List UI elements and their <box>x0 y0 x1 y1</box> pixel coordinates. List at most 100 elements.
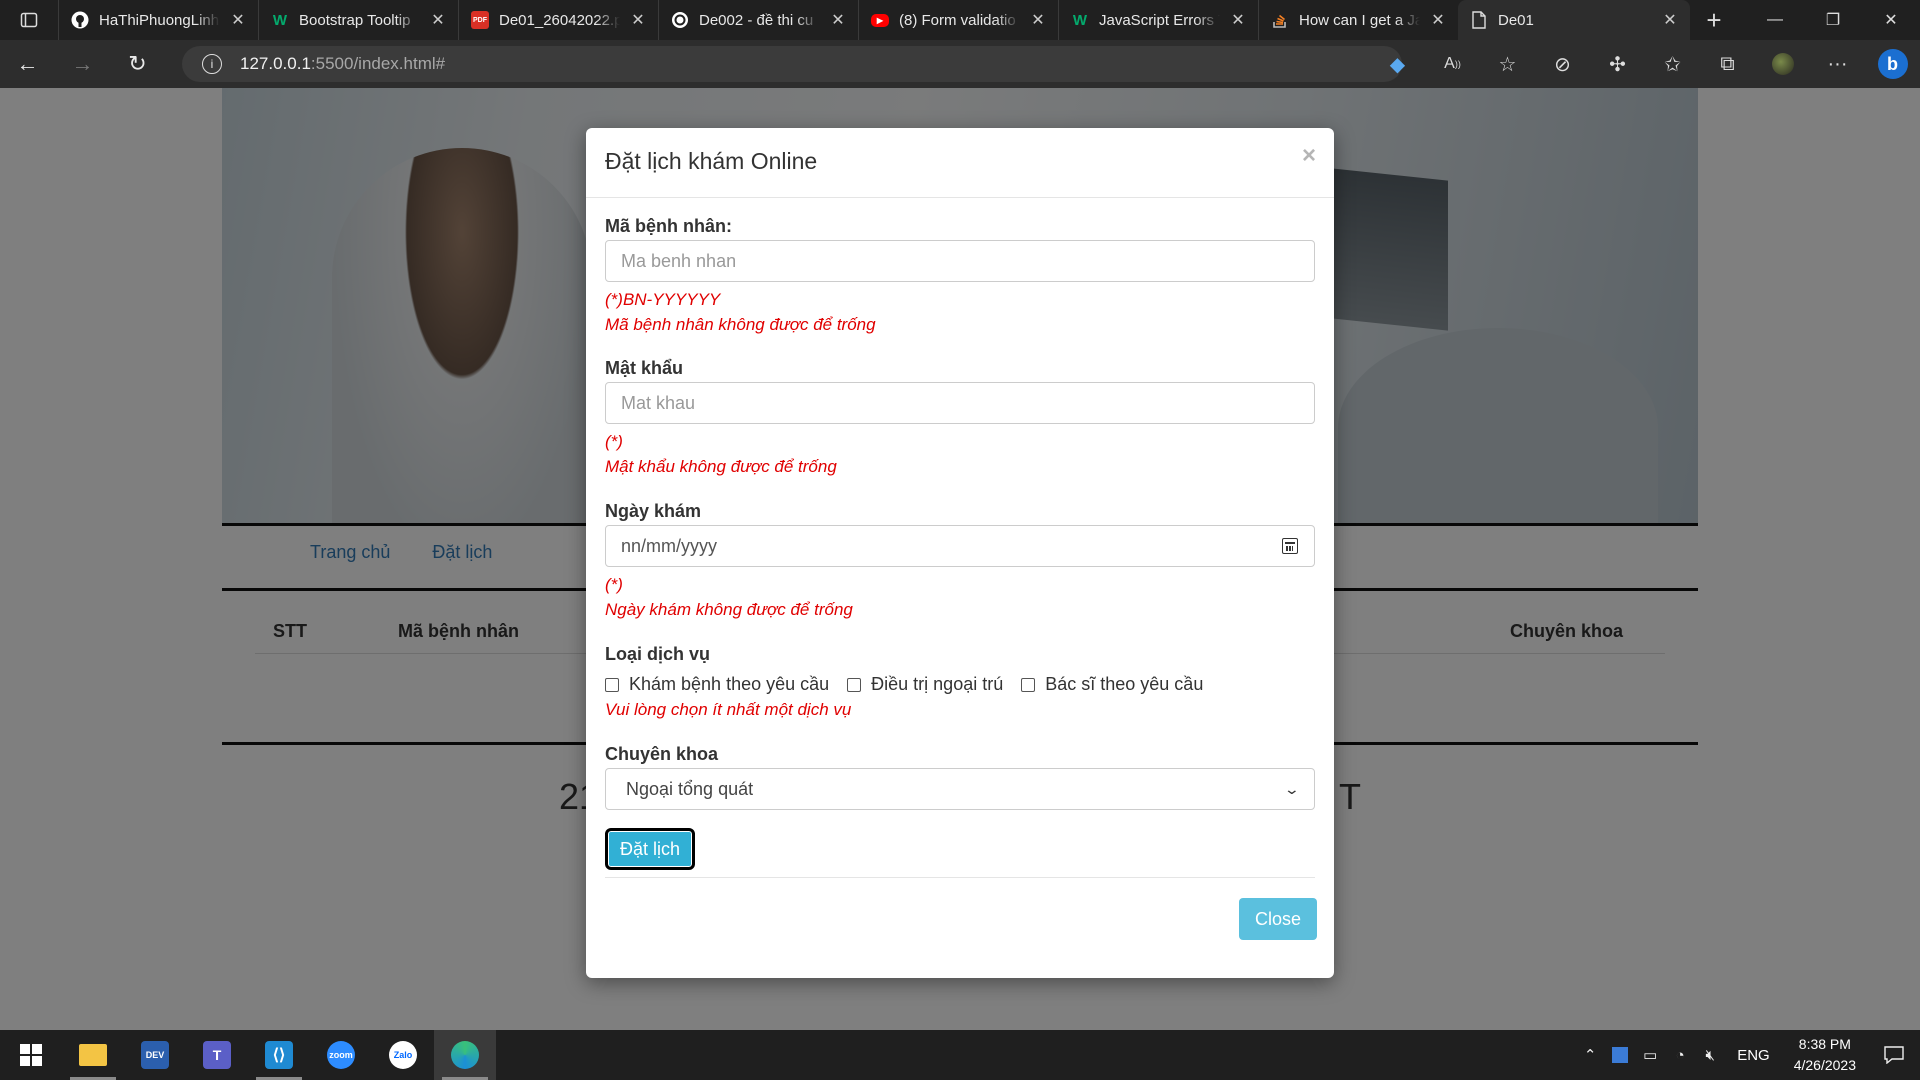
extensions-icon[interactable]: ✣ <box>1590 40 1645 88</box>
tray-app-icon[interactable] <box>1605 1030 1635 1080</box>
close-window-icon[interactable]: ✕ <box>1862 0 1920 40</box>
favorites-icon[interactable]: ✩ <box>1645 40 1700 88</box>
date-input[interactable]: nn/mm/yyyy <box>605 525 1315 567</box>
browser-tab-active[interactable]: De01 ✕ <box>1458 0 1690 40</box>
tab-title: How can I get a Ja <box>1299 11 1420 29</box>
notification-icon[interactable] <box>1868 1030 1920 1080</box>
date-hint: (*) <box>605 575 623 594</box>
volume-muted-icon[interactable]: 🔇︎ <box>1695 1030 1725 1080</box>
windows-start-icon[interactable] <box>0 1030 62 1080</box>
tab-close-icon[interactable]: ✕ <box>1030 10 1046 30</box>
close-button[interactable]: Close <box>1239 898 1317 940</box>
tab-title: Bootstrap Tooltip <box>299 11 411 29</box>
tab-close-icon[interactable]: ✕ <box>830 10 846 30</box>
modal-header: Đặt lịch khám Online × <box>586 128 1334 198</box>
calendar-icon[interactable] <box>1282 538 1298 554</box>
service-label: Loại dịch vụ <box>605 644 711 664</box>
page-icon <box>1470 11 1488 29</box>
teams-icon[interactable]: T <box>186 1030 248 1080</box>
service-option-on-demand[interactable]: Khám bệnh theo yêu cầu <box>605 674 829 695</box>
specialty-selected-value: Ngoại tổng quát <box>626 778 754 799</box>
booking-modal: Đặt lịch khám Online × Mã bệnh nhân: Ma … <box>586 128 1334 978</box>
refresh-icon[interactable]: ↻ <box>110 40 165 88</box>
back-icon[interactable]: ← <box>0 40 55 88</box>
patient-id-hint: (*)BN-YYYYYY <box>605 290 721 309</box>
browser-tab[interactable]: ▶ (8) Form validatio ✕ <box>858 0 1058 40</box>
more-menu-icon[interactable]: ··· <box>1810 40 1865 88</box>
edge-icon[interactable] <box>434 1030 496 1080</box>
browser-tab[interactable]: PDF De01_26042022.p ✕ <box>458 0 658 40</box>
youtube-icon: ▶ <box>871 13 889 27</box>
chevron-down-icon: ⌄ <box>1283 780 1301 797</box>
tab-close-icon[interactable]: ✕ <box>230 10 246 30</box>
browser-tab[interactable]: W JavaScript Errors T ✕ <box>1058 0 1258 40</box>
tab-title: (8) Form validatio <box>899 11 1016 29</box>
tab-title: De002 - đề thi cu <box>699 11 814 29</box>
openai-icon <box>671 11 689 29</box>
service-error: Vui lòng chọn ít nhất một dịch vụ <box>605 700 852 719</box>
w3schools-icon: W <box>272 11 288 29</box>
zalo-icon[interactable]: Zalo <box>372 1030 434 1080</box>
browser-toolbar: ← → ↻ i 127.0.0.1:5500/index.html# ◆ A))… <box>0 40 1920 88</box>
wifi-icon[interactable]: ◔ <box>1665 1030 1695 1080</box>
new-tab-icon[interactable]: + <box>1690 0 1738 40</box>
clock-time: 8:38 PM <box>1798 1036 1851 1052</box>
browser-tab[interactable]: HaThiPhuongLinh ✕ <box>58 0 258 40</box>
password-input[interactable]: Mat khau <box>605 382 1315 424</box>
forward-icon[interactable]: → <box>55 40 110 88</box>
tab-close-icon[interactable]: ✕ <box>630 10 646 30</box>
service-option-outpatient[interactable]: Điều trị ngoại trú <box>847 674 1003 695</box>
chevron-up-icon[interactable]: ⌃ <box>1575 1030 1605 1080</box>
patient-id-label: Mã bệnh nhân: <box>605 216 732 236</box>
window-controls: — ❐ ✕ <box>1746 0 1920 40</box>
battery-icon[interactable]: ▭ <box>1635 1030 1665 1080</box>
tab-close-icon[interactable]: ✕ <box>1662 10 1678 30</box>
submit-booking-button[interactable]: Đặt lịch <box>605 828 695 870</box>
browser-tab[interactable]: W Bootstrap Tooltip ✕ <box>258 0 458 40</box>
browser-tab-strip: HaThiPhuongLinh ✕ W Bootstrap Tooltip ✕ … <box>0 0 1920 40</box>
vscode-icon[interactable]: ⟨⟩ <box>248 1030 310 1080</box>
clock[interactable]: 8:38 PM 4/26/2023 <box>1782 1034 1868 1076</box>
minimize-icon[interactable]: — <box>1746 0 1804 40</box>
vpn-icon[interactable]: ⊘ <box>1535 40 1590 88</box>
tab-close-icon[interactable]: ✕ <box>430 10 446 30</box>
taskbar: DEV T ⟨⟩ zoom Zalo ⌃ ▭ ◔ 🔇︎ ENG 8:38 PM … <box>0 1030 1920 1080</box>
tab-title: HaThiPhuongLinh <box>99 11 220 29</box>
service-checkboxes: Khám bệnh theo yêu cầu Điều trị ngoại tr… <box>605 674 1221 695</box>
checkbox[interactable] <box>605 677 619 692</box>
checkbox-label: Điều trị ngoại trú <box>871 674 1004 694</box>
url-host: 127.0.0.1 <box>240 54 311 73</box>
file-explorer-icon[interactable] <box>62 1030 124 1080</box>
zoom-icon[interactable]: zoom <box>310 1030 372 1080</box>
patient-id-error: Mã bệnh nhân không được để trống <box>605 315 876 334</box>
profile-avatar[interactable] <box>1755 40 1810 88</box>
checkbox[interactable] <box>1021 677 1036 692</box>
stackoverflow-icon <box>1271 11 1289 29</box>
site-info-icon[interactable]: i <box>202 54 222 74</box>
browser-tab[interactable]: De002 - đề thi cu ✕ <box>658 0 858 40</box>
pdf-icon: PDF <box>471 11 489 29</box>
collections-icon[interactable]: ⧉ <box>1700 40 1755 88</box>
toolbar-icons: ◆ A)) ☆ ⊘ ✣ ✩ ⧉ ··· b <box>1370 40 1920 88</box>
github-icon <box>71 11 89 29</box>
restore-icon[interactable]: ❐ <box>1804 0 1862 40</box>
password-error: Mật khẩu không được để trống <box>605 457 837 476</box>
shopping-tag-icon[interactable]: ◆ <box>1370 40 1425 88</box>
w3schools-icon: W <box>1072 11 1088 29</box>
specialty-select[interactable]: Ngoại tổng quát ⌄ <box>605 768 1315 810</box>
add-favorite-icon[interactable]: ☆ <box>1480 40 1535 88</box>
tab-close-icon[interactable]: ✕ <box>1430 10 1446 30</box>
service-option-doctor[interactable]: Bác sĩ theo yêu cầu <box>1021 674 1203 695</box>
tab-title: De01 <box>1498 11 1534 29</box>
browser-tab[interactable]: How can I get a Ja ✕ <box>1258 0 1458 40</box>
tab-actions-icon[interactable] <box>0 0 58 40</box>
tab-close-icon[interactable]: ✕ <box>1230 10 1246 30</box>
close-icon[interactable]: × <box>1302 142 1316 170</box>
bing-chat-icon[interactable]: b <box>1865 40 1920 88</box>
patient-id-input[interactable]: Ma benh nhan <box>605 240 1315 282</box>
language-indicator[interactable]: ENG <box>1725 1047 1782 1064</box>
address-bar[interactable]: i 127.0.0.1:5500/index.html# <box>182 46 1402 82</box>
read-aloud-icon[interactable]: A)) <box>1425 40 1480 88</box>
checkbox[interactable] <box>847 677 862 692</box>
devc-icon[interactable]: DEV <box>124 1030 186 1080</box>
